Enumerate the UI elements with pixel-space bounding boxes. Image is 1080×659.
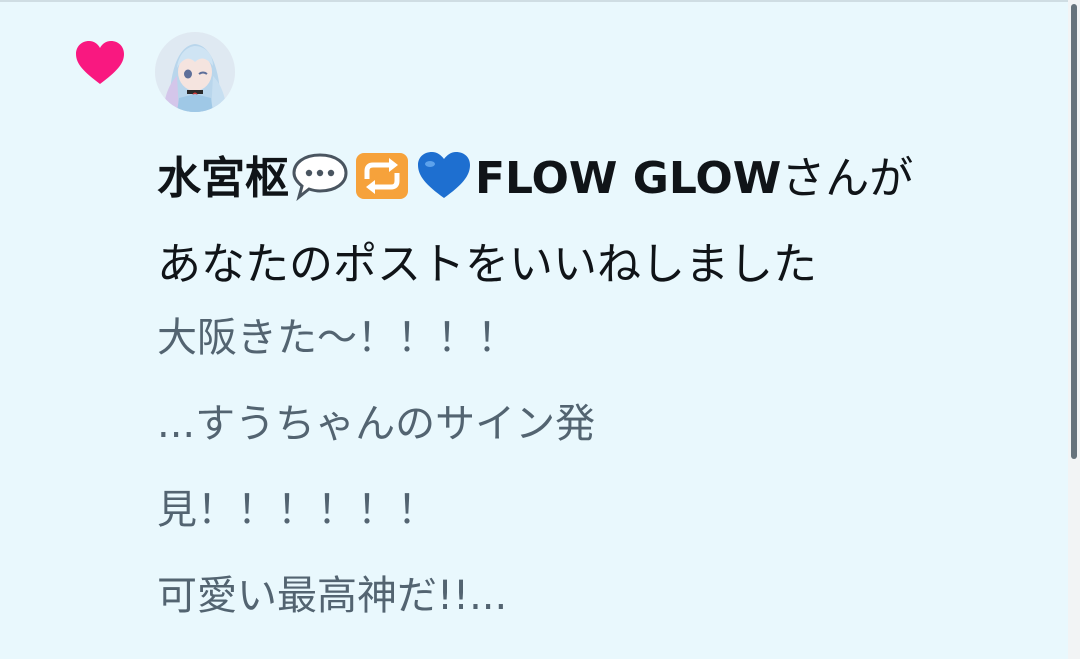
notification-headline: 水宮枢 FLOW GLOWさんがあなたのポストをいいねしました (157, 136, 1047, 308)
post-line: 可愛い最高神だ!!... (157, 573, 508, 619)
like-notification[interactable]: 水宮枢 FLOW GLOWさんがあなたのポストをいいねしました 大阪きた〜！！！… (0, 0, 1068, 659)
scrollbar-thumb[interactable] (1071, 4, 1077, 459)
user-avatar[interactable] (155, 32, 235, 112)
group-name: FLOW GLOW (475, 153, 782, 204)
speech-balloon-icon (292, 153, 348, 201)
scrollbar[interactable] (1068, 0, 1080, 659)
action-text: あなたのポストをいいねしました (157, 239, 817, 290)
post-line: 見！！！！！！ (157, 487, 437, 533)
blue-heart-icon (418, 152, 470, 198)
heart-icon (76, 41, 124, 84)
repeat-icon (356, 153, 408, 199)
honorific-text: さんが (781, 153, 914, 204)
post-line: 大阪きた〜！！！！ (157, 315, 517, 361)
post-preview[interactable]: 大阪きた〜！！！！ ...すうちゃんのサイン発 見！！！！！！ 可愛い最高神だ!… (157, 295, 797, 639)
post-line: ...すうちゃんのサイン発 (157, 401, 596, 447)
user-name[interactable]: 水宮枢 (157, 153, 289, 204)
